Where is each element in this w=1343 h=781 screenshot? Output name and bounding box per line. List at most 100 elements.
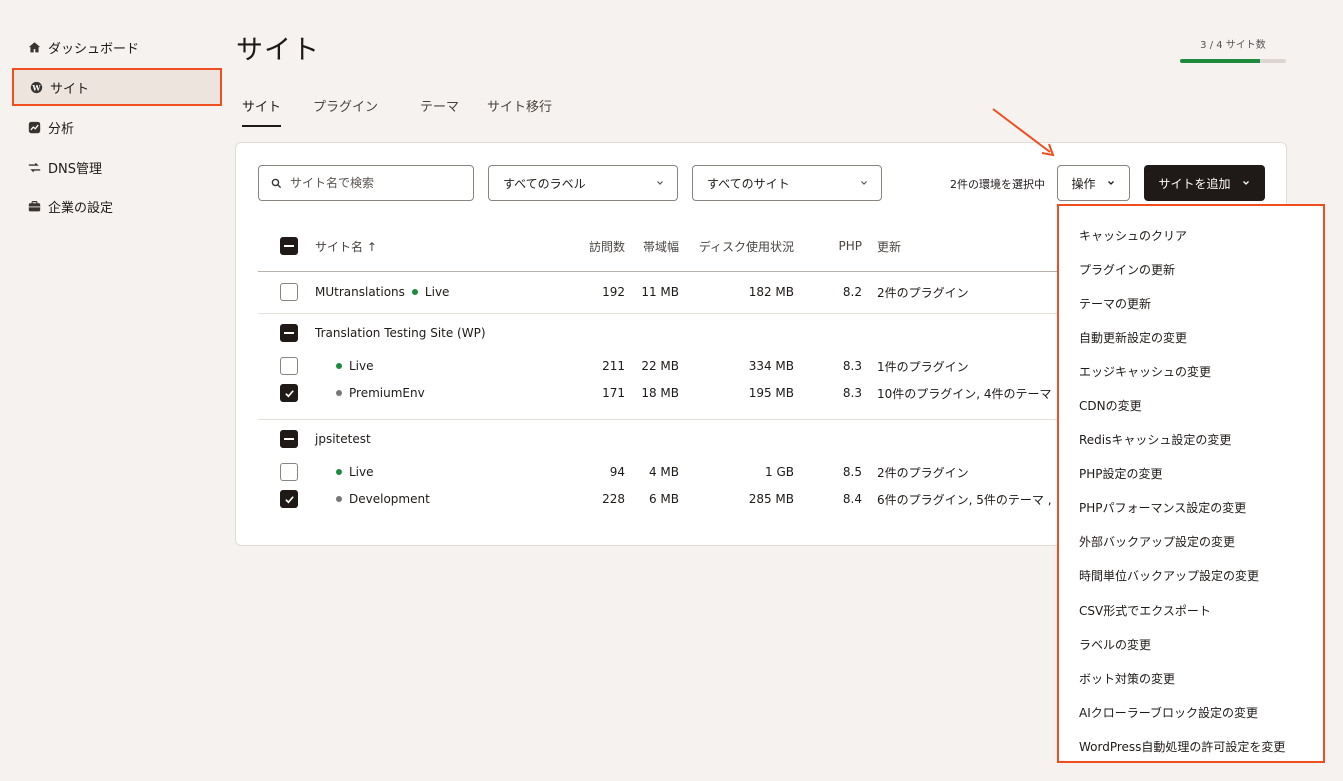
column-header-name[interactable]: サイト名 ↑ [315,233,377,259]
home-icon [28,41,41,54]
row-checkbox[interactable] [280,463,298,481]
menu-item-ai-crawler-block[interactable]: AIクローラーブロック設定の変更 [1059,695,1323,729]
annotation-arrow-icon [992,108,1055,157]
updates-value[interactable]: 6件のプラグイン, 5件のテーマ , [877,486,1052,512]
disk-value: 195 MB [748,386,794,400]
actions-dropdown-menu: キャッシュのクリア プラグインの更新 テーマの更新 自動更新設定の変更 エッジキ… [1057,204,1325,763]
updates-value[interactable]: 10件のプラグイン, 4件のテーマ [877,380,1052,406]
select-all-checkbox[interactable] [280,237,298,255]
column-header-bandwidth[interactable]: 帯域幅 [628,233,679,259]
menu-item-change-labels[interactable]: ラベルの変更 [1059,627,1323,661]
menu-item-update-themes[interactable]: テーマの更新 [1059,286,1323,320]
sidebar-item-sites[interactable]: W サイト [12,68,222,106]
site-count-text: 3 / 4 サイト数 [1200,40,1266,51]
live-status-dot [336,363,342,369]
group-name[interactable]: Translation Testing Site (WP) [315,320,486,346]
tab-site-migration[interactable]: サイト移行 [487,94,552,127]
column-header-php[interactable]: PHP [818,233,863,259]
menu-item-external-backup[interactable]: 外部バックアップ設定の変更 [1059,525,1323,559]
sidebar-item-analytics[interactable]: 分析 [12,108,222,146]
bandwidth-value: 6 MB [648,492,679,506]
site-filter-select[interactable]: すべてのサイト [692,165,882,201]
sidebar-item-label: 企業の設定 [48,200,114,216]
group-row[interactable]: jpsitetest [258,426,1078,452]
php-value: 8.4 [842,492,862,506]
menu-item-cdn[interactable]: CDNの変更 [1059,388,1323,422]
sidebar-item-dashboard[interactable]: ダッシュボード [12,28,222,66]
search-icon [271,178,282,189]
table-row[interactable]: Live 211 22 MB 334 MB 8.3 1件のプラグイン [258,353,1078,379]
add-site-button-label: サイトを追加 [1158,176,1231,191]
group-row[interactable]: Translation Testing Site (WP) [258,320,1078,346]
search-box[interactable] [258,165,474,201]
tab-plugins[interactable]: プラグイン [313,94,378,127]
label-filter-select[interactable]: すべてのラベル [488,165,678,201]
group-checkbox[interactable] [280,430,298,448]
column-header-updates[interactable]: 更新 [877,233,901,259]
menu-item-update-plugins[interactable]: プラグインの更新 [1059,252,1323,286]
sidebar-item-dns[interactable]: DNS管理 [12,148,222,186]
add-site-button[interactable]: サイトを追加 [1144,165,1265,201]
site-count-bar-fill [1180,59,1260,63]
site-filter-value: すべてのサイト [707,176,790,191]
php-value: 8.5 [842,465,862,479]
menu-item-bot-protection[interactable]: ボット対策の変更 [1059,661,1323,695]
inactive-status-dot [336,390,342,396]
php-value: 8.3 [842,359,862,373]
menu-item-clear-cache[interactable]: キャッシュのクリア [1059,218,1323,252]
table-row[interactable]: Live 94 4 MB 1 GB 8.5 2件のプラグイン [258,459,1078,485]
visits-value: 94 [609,465,625,479]
visits-value: 171 [602,386,625,400]
menu-item-php-performance[interactable]: PHPパフォーマンス設定の変更 [1059,491,1323,525]
site-count-bar [1180,59,1286,63]
environment-name[interactable]: PremiumEnv [349,386,425,400]
divider [258,313,1078,314]
tab-themes[interactable]: テーマ [420,94,459,127]
table-row[interactable]: Development 228 6 MB 285 MB 8.4 6件のプラグイン… [258,486,1078,512]
site-name[interactable]: MUtranslations [315,285,405,299]
menu-item-php-settings[interactable]: PHP設定の変更 [1059,457,1323,491]
group-checkbox[interactable] [280,324,298,342]
menu-item-hourly-backup[interactable]: 時間単位バックアップ設定の変更 [1059,559,1323,593]
updates-value[interactable]: 2件のプラグイン [877,459,969,485]
table-row[interactable]: PremiumEnv 171 18 MB 195 MB 8.3 10件のプラグイ… [258,380,1078,406]
environment-name[interactable]: Live [349,359,374,373]
table-row[interactable]: MUtranslations Live 192 11 MB 182 MB 8.2… [258,279,1078,305]
svg-text:W: W [31,83,41,92]
group-name[interactable]: jpsitetest [315,426,371,452]
row-checkbox[interactable] [280,490,298,508]
chevron-down-icon [655,178,665,188]
visits-value: 228 [602,492,625,506]
sidebar-item-company-settings[interactable]: 企業の設定 [12,187,222,225]
divider [258,419,1078,420]
environment-name[interactable]: Live [425,285,450,299]
selection-count-text: 2件の環境を選択中 [950,178,1045,191]
bandwidth-value: 18 MB [641,386,679,400]
search-input[interactable] [290,176,460,190]
disk-value: 1 GB [765,465,794,479]
row-checkbox[interactable] [280,357,298,375]
menu-item-edge-cache[interactable]: エッジキャッシュの変更 [1059,354,1323,388]
visits-value: 192 [602,285,625,299]
menu-item-redis-cache[interactable]: Redisキャッシュ設定の変更 [1059,423,1323,457]
updates-value[interactable]: 2件のプラグイン [877,279,969,305]
actions-button[interactable]: 操作 [1057,165,1130,201]
bandwidth-value: 4 MB [648,465,679,479]
row-checkbox[interactable] [280,283,298,301]
actions-button-label: 操作 [1071,176,1096,191]
environment-name[interactable]: Development [349,492,430,506]
column-header-disk[interactable]: ディスク使用状況 [678,233,794,259]
menu-item-export-csv[interactable]: CSV形式でエクスポート [1059,593,1323,627]
environment-name[interactable]: Live [349,465,374,479]
tab-sites[interactable]: サイト [242,94,282,127]
updates-value[interactable]: 1件のプラグイン [877,353,969,379]
chevron-down-icon [1241,178,1251,188]
menu-item-auto-update-settings[interactable]: 自動更新設定の変更 [1059,320,1323,354]
sidebar: ダッシュボード W サイト 分析 DNS管理 企業の設定 [0,0,230,781]
row-checkbox[interactable] [280,384,298,402]
page-title: サイト [236,35,320,66]
dns-icon [28,161,41,174]
briefcase-icon [28,200,41,213]
column-header-visits[interactable]: 訪問数 [568,233,625,259]
menu-item-wordpress-automation[interactable]: WordPress自動処理の許可設定を変更 [1059,729,1323,763]
